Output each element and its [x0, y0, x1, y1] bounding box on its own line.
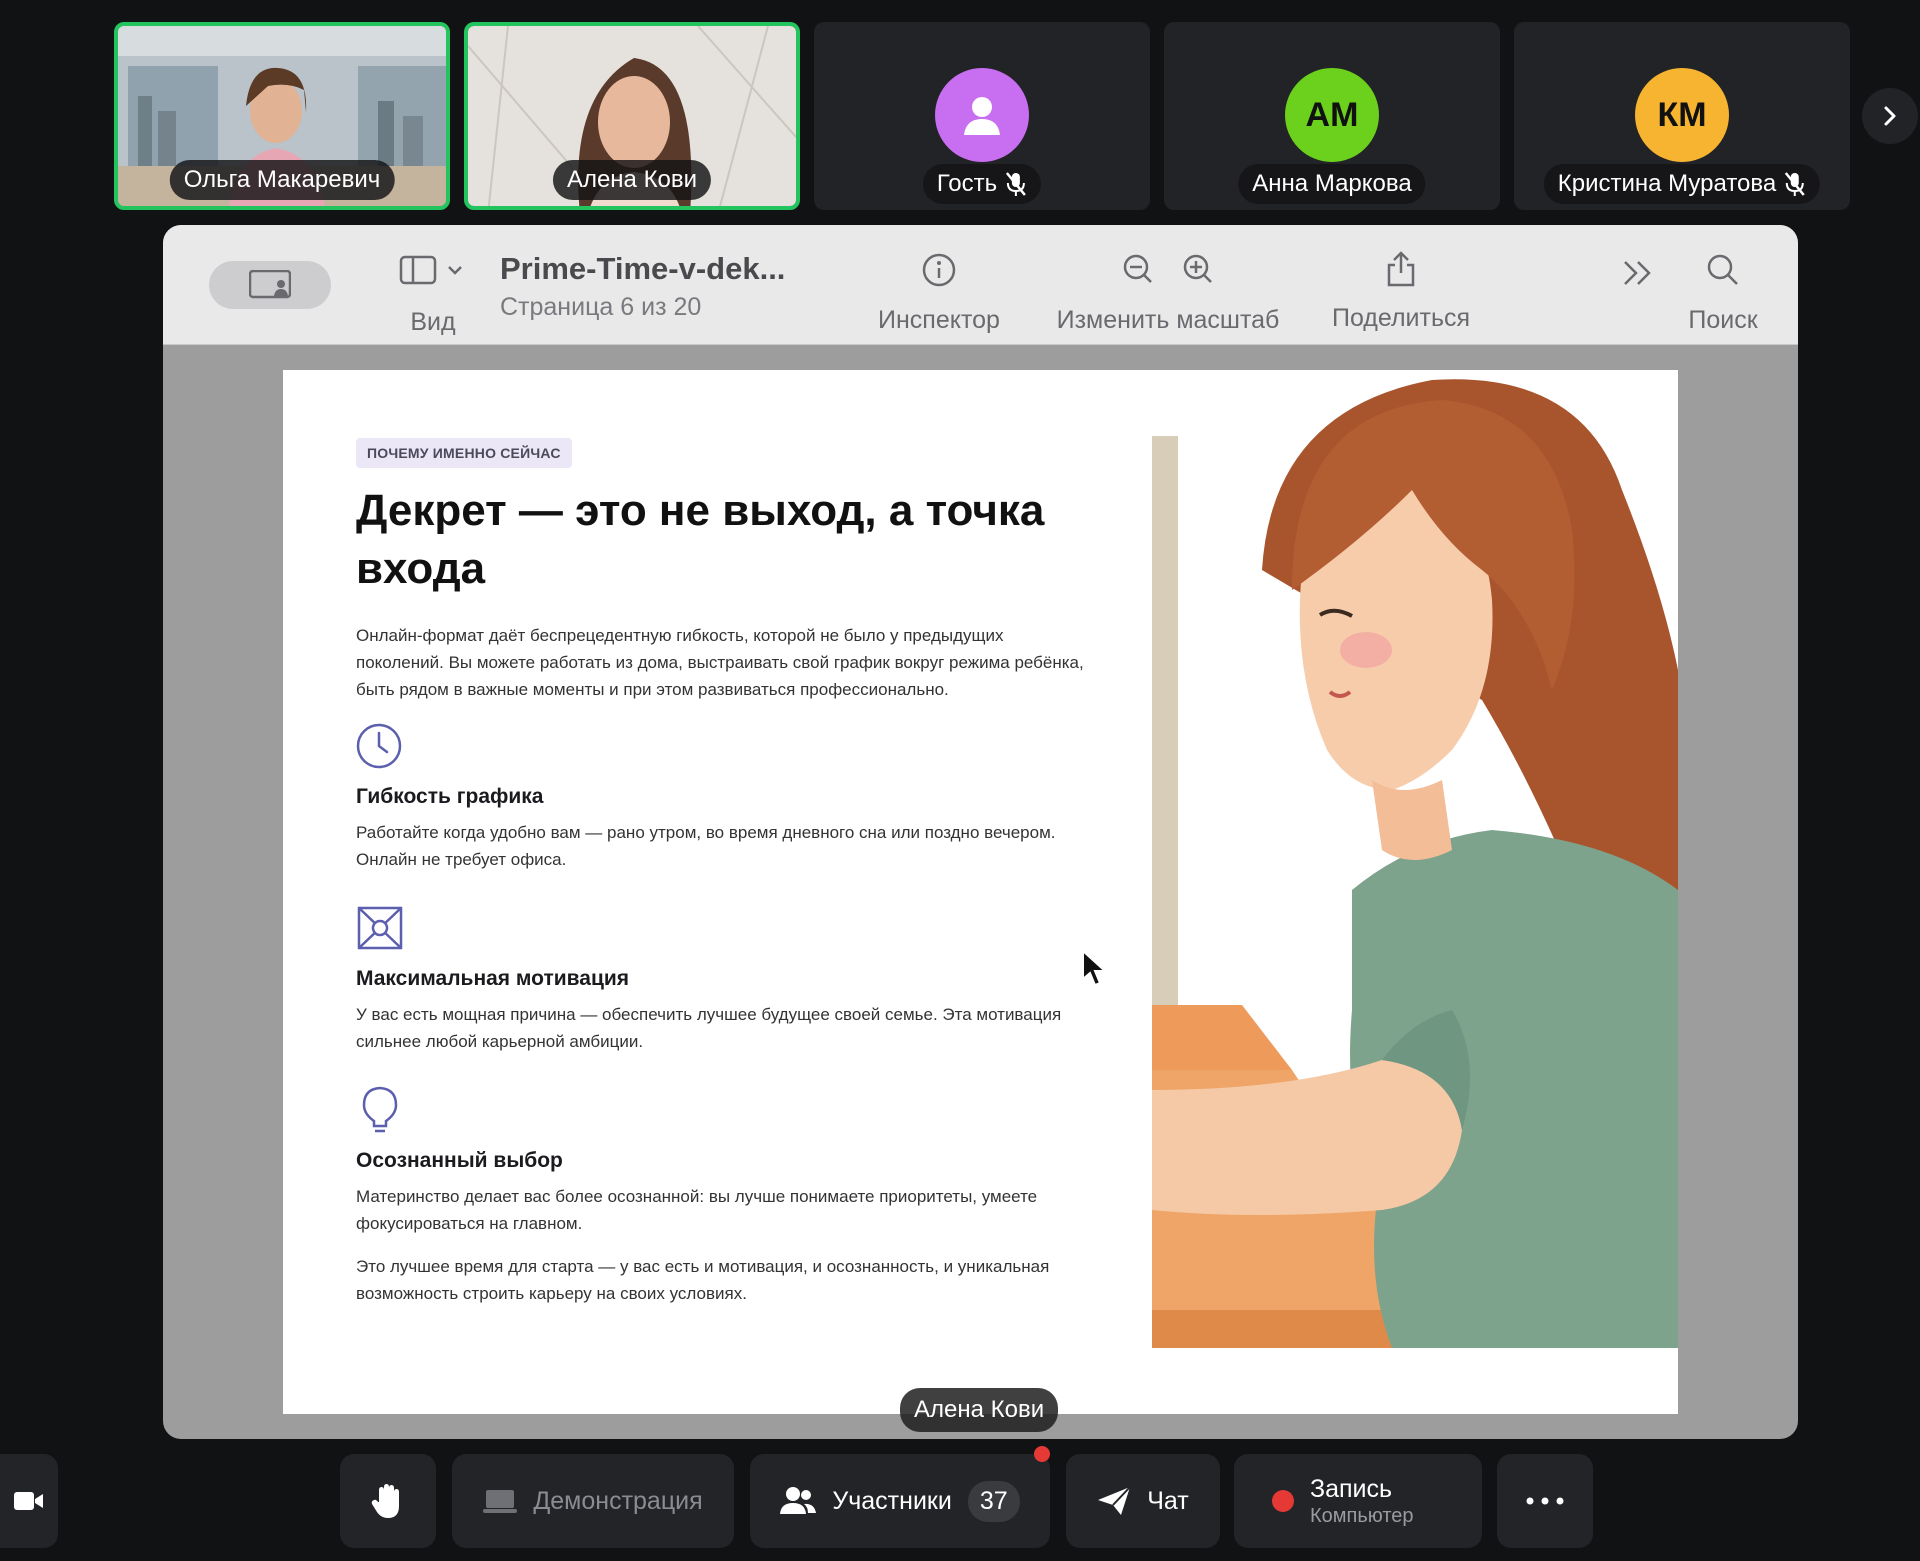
demo-label: Демонстрация — [533, 1486, 703, 1515]
participant-name: Ольга Макаревич — [169, 160, 395, 200]
participant-name: Гость — [922, 164, 1042, 204]
target-icon — [357, 906, 403, 950]
chat-button[interactable]: Чат — [1066, 1454, 1220, 1548]
share-button[interactable]: Поделиться — [1321, 251, 1481, 333]
feature-text: У вас есть мощная причина — обеспечить л… — [356, 1005, 1062, 1051]
inspector-label: Инспектор — [878, 306, 1000, 334]
info-icon — [922, 253, 956, 287]
viewer-toolbar: Вид Prime-Time-v-dek... Страница 6 из 20… — [163, 225, 1798, 345]
screen-share-icon — [249, 270, 291, 299]
feature-motivation: Максимальная мотивация У вас есть мощная… — [356, 903, 1086, 1055]
mic-off-icon — [1785, 172, 1806, 196]
participant-tile-guest[interactable]: Гость — [814, 22, 1150, 210]
record-text: Запись Компьютер — [1310, 1474, 1414, 1527]
raise-hand-button[interactable] — [340, 1454, 436, 1548]
more-tools-button[interactable] — [1618, 259, 1658, 294]
guest-avatar-icon — [935, 68, 1029, 162]
record-sublabel: Компьютер — [1310, 1504, 1414, 1527]
hand-icon — [371, 1484, 399, 1518]
record-label: Запись — [1310, 1474, 1393, 1503]
zoom-label: Изменить масштаб — [1056, 306, 1280, 334]
record-button[interactable]: Запись Компьютер — [1234, 1454, 1482, 1548]
sidebar-toggle-icon — [399, 255, 462, 285]
notification-dot — [1034, 1446, 1050, 1462]
feature-title: Осознанный выбор — [356, 1149, 563, 1172]
feature-text: Материнство делает вас более осознанной:… — [356, 1187, 1038, 1233]
participant-avatar: АМ — [1285, 68, 1379, 162]
feature-title: Максимальная мотивация — [356, 967, 630, 990]
shared-screen: Вид Prime-Time-v-dek... Страница 6 из 20… — [163, 225, 1798, 1439]
record-icon — [1272, 1490, 1294, 1512]
participant-tile-kristina[interactable]: КМ Кристина Муратова — [1514, 22, 1850, 210]
zoom-button[interactable]: Изменить масштаб — [1043, 253, 1293, 335]
participant-name: Анна Маркова — [1238, 164, 1426, 204]
participant-avatar: КМ — [1635, 68, 1729, 162]
participant-name: Кристина Муратова — [1543, 164, 1821, 204]
send-icon — [1098, 1486, 1131, 1515]
slide-page: ПОЧЕМУ ИМЕННО СЕЙЧАС Декрет — это не вых… — [283, 370, 1678, 1414]
slide-text-column: ПОЧЕМУ ИМЕННО СЕЙЧАС Декрет — это не вых… — [356, 438, 1086, 1307]
closing-paragraph: Это лучшее время для старта — у вас есть… — [356, 1257, 1050, 1303]
lightbulb-icon — [362, 1086, 398, 1133]
search-label: Поиск — [1688, 306, 1758, 334]
section-tag: ПОЧЕМУ ИМЕННО СЕЙЧАС — [356, 438, 572, 468]
inspector-button[interactable]: Инспектор — [869, 253, 1009, 335]
share-label: Поделиться — [1331, 304, 1471, 332]
participant-tile-anna[interactable]: АМ Анна Маркова — [1164, 22, 1500, 210]
intro-paragraph: Онлайн-формат даёт беспрецедентную гибко… — [356, 626, 1084, 699]
slide-headline: Декрет — это не выход, а точка входа — [356, 486, 1045, 593]
zoom-icons — [1123, 254, 1212, 283]
search-icon — [1707, 254, 1738, 285]
search-button[interactable]: Поиск — [1678, 253, 1768, 335]
feature-text: Работайте когда удобно вам — рано утром,… — [356, 823, 1056, 869]
page-indicator: Страница 6 из 20 — [500, 293, 702, 321]
view-menu-button[interactable]: Вид — [393, 255, 473, 337]
screen-share-icon — [483, 1490, 518, 1513]
participants-icon — [780, 1487, 817, 1514]
more-dots-icon — [1526, 1497, 1564, 1505]
mouse-cursor-icon — [1082, 949, 1108, 987]
feature-conscious-choice: Осознанный выбор Материнство делает вас … — [356, 1085, 1086, 1237]
active-speaker-label: Алена Кови — [900, 1388, 1059, 1432]
participants-button[interactable]: Участники 37 — [750, 1446, 1050, 1548]
participant-tile-olga[interactable]: Ольга Макаревич — [114, 22, 450, 210]
feature-flexibility: Гибкость графика Работайте когда удобно … — [356, 721, 1086, 873]
user-icon — [964, 97, 1000, 135]
screen-demo-button[interactable]: Демонстрация — [452, 1454, 734, 1548]
double-chevron-right-icon — [1624, 261, 1651, 285]
next-participants-button[interactable] — [1862, 88, 1918, 144]
chat-label: Чат — [1147, 1486, 1189, 1515]
participant-tile-alena[interactable]: Алена Кови — [464, 22, 800, 210]
document-title: Prime-Time-v-dek... Страница 6 из 20 — [500, 251, 785, 322]
screen-share-button[interactable] — [209, 261, 331, 309]
woman-at-desk-illustration — [1152, 370, 1678, 1348]
participants-count-badge: 37 — [967, 1480, 1020, 1522]
participants-label: Участники — [832, 1486, 952, 1515]
share-icon — [1387, 251, 1415, 287]
view-label: Вид — [410, 308, 456, 336]
more-options-button[interactable] — [1497, 1454, 1593, 1548]
document-name: Prime-Time-v-dek... — [500, 251, 786, 286]
camera-button[interactable] — [0, 1454, 58, 1548]
clock-icon — [356, 723, 402, 769]
mic-off-icon — [1006, 172, 1027, 196]
camera-icon — [14, 1492, 43, 1510]
chevron-right-icon — [1884, 106, 1896, 126]
feature-title: Гибкость графика — [356, 785, 544, 808]
participant-name: Алена Кови — [552, 160, 712, 200]
